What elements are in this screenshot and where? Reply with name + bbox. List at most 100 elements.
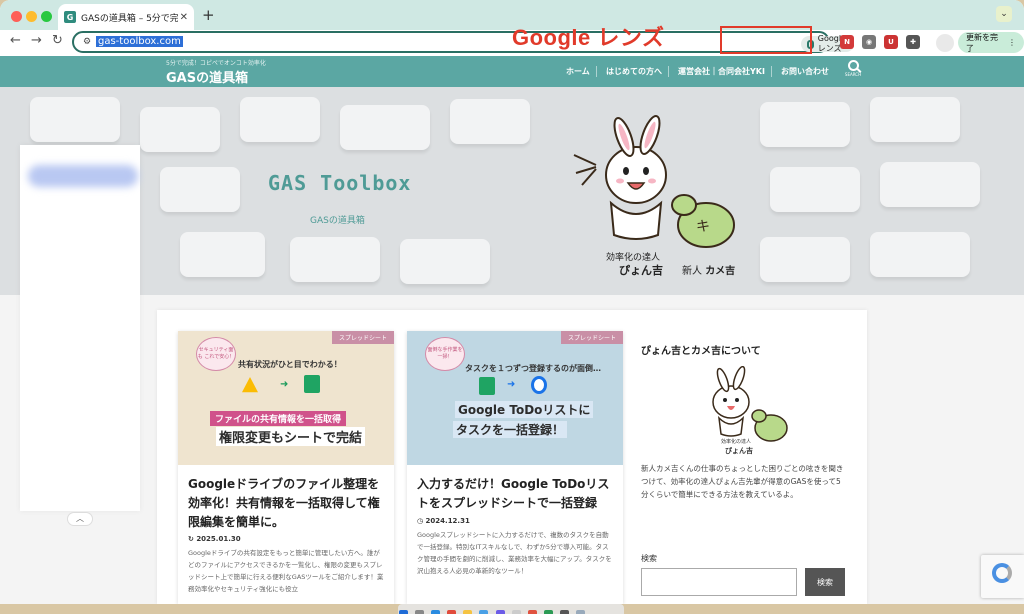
keyboard-key-decor: [340, 105, 430, 150]
article-date: ↻ 2025.01.30: [188, 535, 241, 543]
update-button[interactable]: 更新を完了 ⋮: [958, 32, 1024, 53]
article-title[interactable]: Googleドライブのファイル整理を効率化！共有情報を一括取得して権限編集を簡単…: [188, 475, 386, 532]
google-sheets-icon: [304, 375, 320, 393]
close-tab-icon[interactable]: ✕: [180, 12, 188, 23]
update-button-label: 更新を完了: [966, 32, 998, 53]
character2-label: 新人 カメ吉: [682, 262, 735, 277]
article-date-value: 2024.12.31: [425, 517, 470, 525]
extension-new-icon[interactable]: N: [840, 35, 854, 49]
keyboard-key-decor: [160, 167, 240, 212]
site-tagline: 5分で完成！コピペでオンコト効率化: [166, 60, 266, 67]
mail-icon[interactable]: [479, 610, 489, 614]
app-icon[interactable]: [527, 610, 537, 614]
thumb-line2: タスクを一括登録！: [453, 421, 568, 438]
extension-camera-icon[interactable]: ◉: [862, 35, 876, 49]
hero-banner: GAS Toolbox GASの道具箱 キ 効率化の達人 ぴょん吉 新人 カメ吉: [0, 87, 1024, 295]
keyboard-key-decor: [870, 232, 970, 277]
thumb-badge: 面倒な手作業を 一掃！: [425, 337, 465, 371]
profile-avatar[interactable]: [936, 34, 954, 52]
back-button[interactable]: ←: [10, 33, 21, 48]
article-card[interactable]: スプレッドシート セキュリティ面も これで安心！ 共有状況がひと目でわかる！ ➜…: [178, 331, 394, 604]
chrome-icon[interactable]: [447, 610, 457, 614]
keyboard-key-decor: [450, 99, 530, 144]
site-header: 5分で完成！コピペでオンコト効率化 GASの道具箱 ホーム はじめての方へ 運営…: [0, 56, 1024, 87]
content-area: スプレッドシート セキュリティ面も これで安心！ 共有状況がひと目でわかる！ ➜…: [157, 310, 867, 604]
app-icon[interactable]: [495, 610, 505, 614]
thumb-line1: ファイルの共有情報を一括取得: [210, 411, 347, 426]
keyboard-key-decor: [770, 167, 860, 212]
close-window-button[interactable]: [11, 11, 22, 22]
article-excerpt: Googleスプレッドシートに入力するだけで、複数のタスクを自動で一括登録。特別…: [417, 531, 612, 575]
maximize-window-button[interactable]: [41, 11, 52, 22]
keyboard-key-decor: [140, 107, 220, 152]
nav-contact[interactable]: お問い合わせ: [781, 66, 829, 77]
article-date-value: 2025.01.30: [196, 535, 241, 543]
sidebar: ぴょん吉とカメ吉について 効率化の達人 ぴょん吉 新人カメ吉くんの仕事のちょっと…: [641, 310, 851, 604]
blurred-content: [28, 165, 138, 187]
keyboard-key-decor: [760, 102, 850, 147]
address-bar[interactable]: ⚙ gas-toolbox.com Google レンズ ☆: [72, 31, 896, 53]
category-tag[interactable]: スプレッドシート: [560, 331, 623, 344]
new-tab-button[interactable]: +: [202, 6, 215, 24]
site-logo[interactable]: GASの道具箱: [166, 67, 248, 86]
site-info-icon[interactable]: ⚙: [83, 37, 91, 47]
browser-tab[interactable]: G GASの道具箱 – 5分で完成！コピペ ✕: [58, 4, 194, 30]
sidebar-title: ぴょん吉とカメ吉について: [641, 346, 761, 357]
nav-divider: [596, 66, 597, 77]
browser-window: G GASの道具箱 – 5分で完成！コピペ ✕ + ⌄ ← → ↻ ⚙ gas-…: [0, 0, 1024, 604]
thumb-line2: 権限変更もシートで完結: [216, 427, 366, 446]
minimize-window-button[interactable]: [26, 11, 37, 22]
keyboard-key-decor: [870, 97, 960, 142]
panel-collapse-button[interactable]: ︿: [67, 512, 93, 526]
launchpad-icon[interactable]: [415, 610, 425, 614]
recaptcha-icon: [992, 563, 1012, 583]
forward-button[interactable]: →: [31, 33, 42, 48]
article-thumbnail[interactable]: スプレッドシート 面倒な手作業を 一掃！ タスクを１つずつ登録するのが面倒… ➜…: [407, 331, 623, 465]
search-label: SEARCH: [844, 72, 862, 77]
article-date: ◷ 2024.12.31: [417, 517, 470, 525]
hero-subtitle: GASの道具箱: [310, 216, 365, 226]
article-thumbnail[interactable]: スプレッドシート セキュリティ面も これで安心！ 共有状況がひと目でわかる！ ➜…: [178, 331, 394, 465]
article-excerpt: Googleドライブの共有設定をもっと簡単に管理したい方へ。誰がどのファイルにア…: [188, 549, 384, 593]
keyboard-key-decor: [880, 162, 980, 207]
thumb-heading: タスクを１つずつ登録するのが面倒…: [465, 364, 601, 373]
thumb-line1: Google ToDoリストに: [455, 401, 594, 418]
calendar-icon[interactable]: [511, 610, 521, 614]
sidebar-search-label: 検索: [641, 554, 657, 563]
notes-icon[interactable]: [463, 610, 473, 614]
terminal-icon[interactable]: [559, 610, 569, 614]
url-text[interactable]: gas-toolbox.com: [96, 36, 183, 47]
site-favicon-icon: G: [64, 11, 76, 23]
extension-shield-icon[interactable]: U: [884, 35, 898, 49]
annotation-label: Google レンズ: [512, 25, 665, 50]
sheets-app-icon[interactable]: [543, 610, 553, 614]
site-search-button[interactable]: SEARCH: [842, 58, 864, 77]
nav-company[interactable]: 運営会社｜合同会社YKI: [678, 66, 765, 77]
keyboard-key-decor: [180, 232, 265, 277]
article-title[interactable]: 入力するだけ！Google ToDoリストをスプレッドシートで一括登録: [417, 475, 615, 513]
sidebar-search-button[interactable]: 検索: [805, 568, 845, 596]
sidebar-search-input[interactable]: [641, 568, 797, 596]
character2-role: 新人: [682, 266, 702, 277]
svg-text:キ: キ: [696, 219, 710, 235]
safari-icon[interactable]: [431, 610, 441, 614]
extensions-puzzle-icon[interactable]: ✚: [906, 35, 920, 49]
tab-search-icon[interactable]: ⌄: [996, 6, 1012, 22]
keyboard-key-decor: [400, 239, 490, 284]
arrow-right-icon: ➜: [280, 379, 289, 390]
mini-character-role: 効率化の達人: [721, 439, 752, 445]
search-icon: [847, 60, 859, 71]
app-icon[interactable]: [576, 610, 586, 614]
nav-beginners[interactable]: はじめての方へ: [606, 66, 662, 77]
thumb-badge: セキュリティ面も これで安心！: [196, 337, 236, 371]
article-card[interactable]: スプレッドシート 面倒な手作業を 一掃！ タスクを１つずつ登録するのが面倒… ➜…: [407, 331, 623, 604]
reload-button[interactable]: ↻: [52, 33, 63, 48]
blurred-side-panel: [20, 145, 140, 511]
nav-divider: [771, 66, 772, 77]
recaptcha-badge[interactable]: [981, 555, 1024, 598]
keyboard-key-decor: [240, 97, 320, 142]
more-menu-icon[interactable]: ⋮: [1008, 38, 1016, 47]
category-tag[interactable]: スプレッドシート: [331, 331, 394, 344]
finder-icon[interactable]: [399, 610, 408, 614]
nav-home[interactable]: ホーム: [566, 66, 590, 77]
